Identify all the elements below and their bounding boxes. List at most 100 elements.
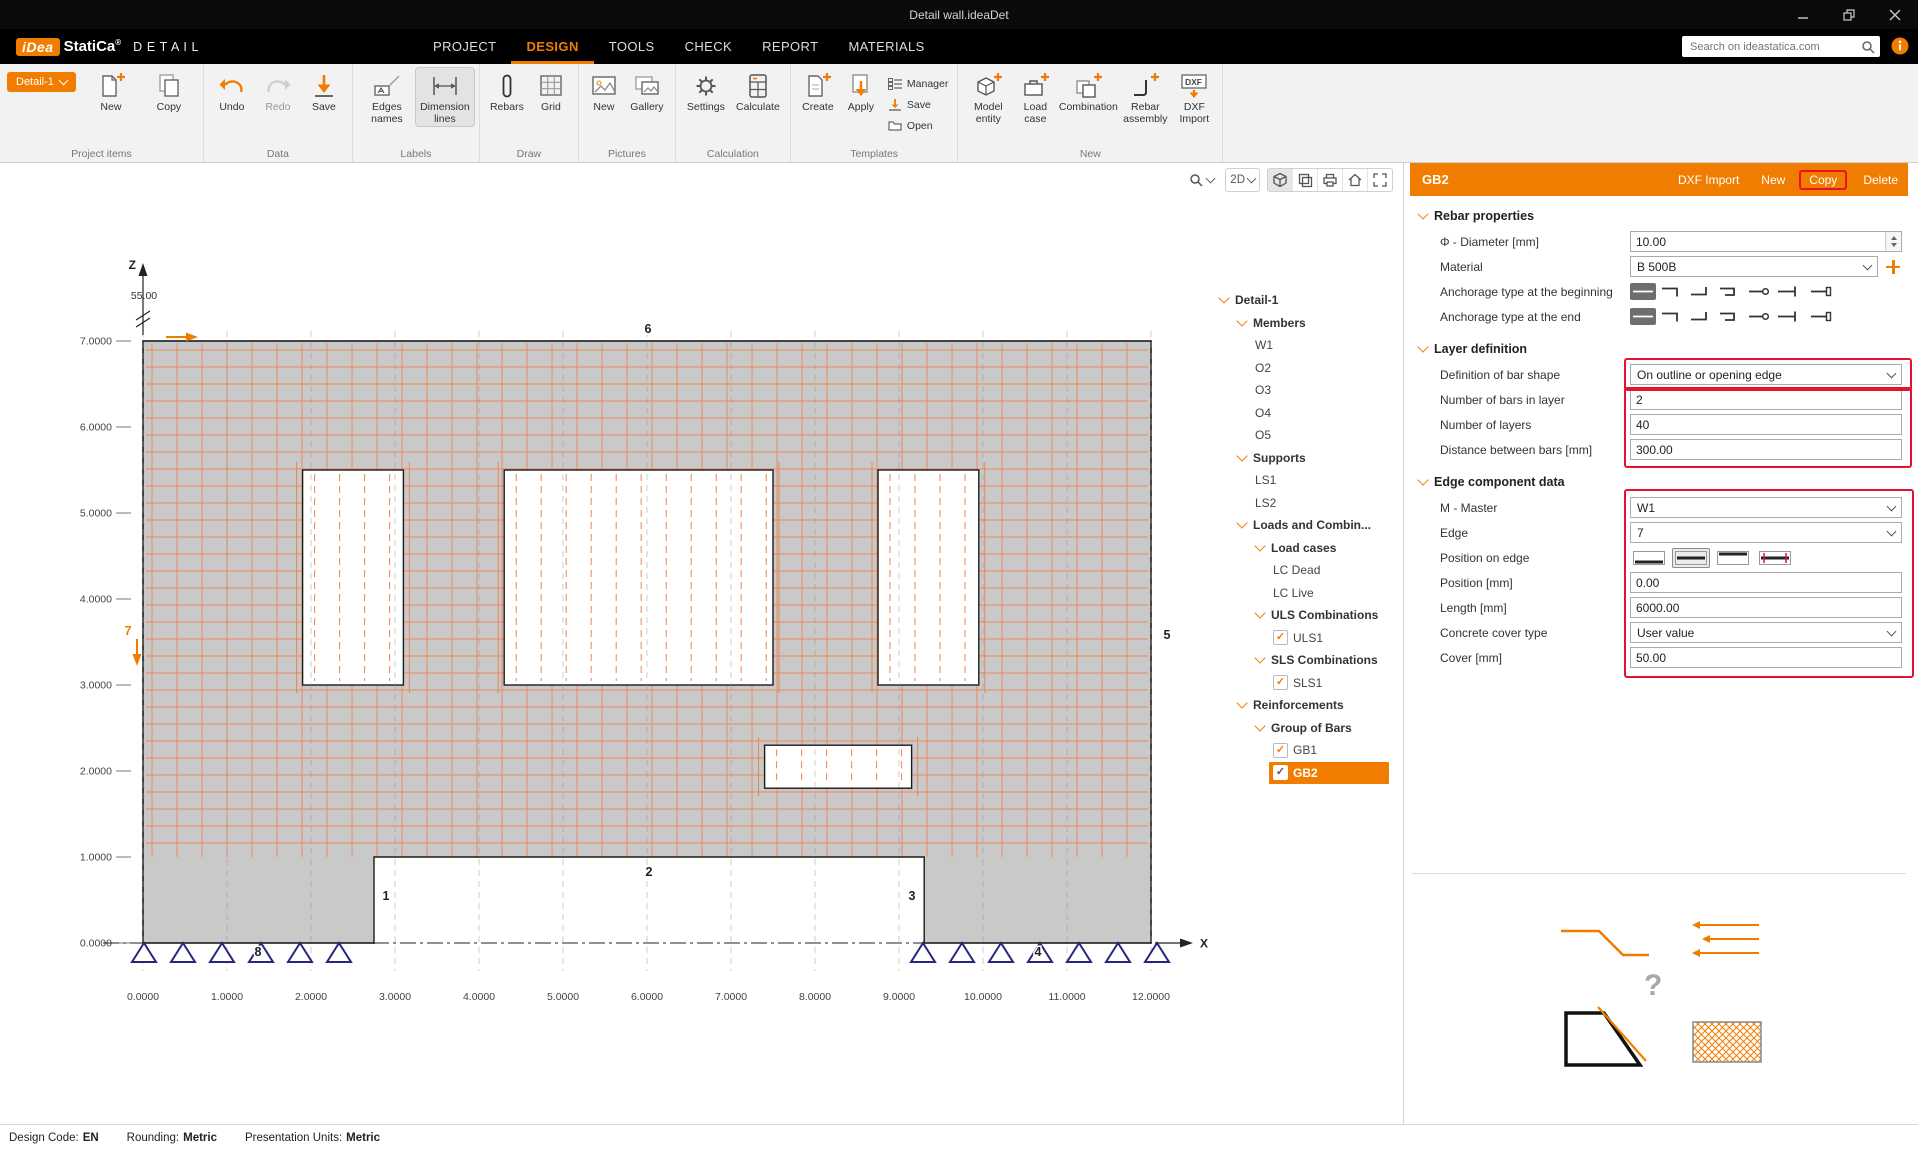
section-rebar-properties[interactable]: Rebar properties <box>1404 203 1918 229</box>
tree-item-uls1[interactable]: ✓ ULS1 <box>1213 627 1389 650</box>
section-edge-component-data[interactable]: Edge component data <box>1404 469 1918 495</box>
redo-button[interactable]: Redo <box>255 68 301 114</box>
new-picture-button[interactable]: New <box>584 68 624 114</box>
chevron-down-icon[interactable] <box>1254 720 1266 732</box>
template-open-button[interactable]: Open <box>888 117 948 134</box>
tree-item-lc-dead[interactable]: LC Dead <box>1213 559 1389 582</box>
checkbox-icon[interactable]: ✓ <box>1273 765 1288 781</box>
chevron-down-icon[interactable] <box>1236 315 1248 327</box>
print-icon[interactable] <box>1318 169 1343 191</box>
chevron-down-icon[interactable] <box>1218 292 1230 304</box>
tree-item-ls1[interactable]: LS1 <box>1213 469 1389 492</box>
combination-button[interactable]: Combination <box>1057 68 1119 114</box>
diameter-spinner[interactable] <box>1885 232 1901 251</box>
tree-item-supports[interactable]: Supports <box>1213 447 1389 470</box>
checkbox-icon[interactable]: ✓ <box>1273 630 1288 646</box>
template-save-button[interactable]: Save <box>888 96 948 113</box>
tree-item-lc-live[interactable]: LC Live <box>1213 582 1389 605</box>
length-input[interactable] <box>1630 597 1902 618</box>
project-selector[interactable]: Detail-1 <box>7 72 76 92</box>
calculate-button[interactable]: Calculate <box>731 68 785 114</box>
master-select[interactable]: W1 <box>1630 497 1902 518</box>
fit-view-icon[interactable] <box>1368 169 1392 191</box>
anchorage-hook-icon[interactable] <box>1717 308 1743 325</box>
section-layer-definition[interactable]: Layer definition <box>1404 336 1918 362</box>
tree-item-group-of-bars[interactable]: Group of Bars <box>1213 717 1389 740</box>
menu-design[interactable]: DESIGN <box>511 29 594 64</box>
minimize-button[interactable] <box>1780 0 1826 29</box>
tree-item-members[interactable]: Members <box>1213 312 1389 335</box>
create-template-button[interactable]: Create <box>796 68 840 114</box>
tree-item-ls2[interactable]: LS2 <box>1213 492 1389 515</box>
model-entity-button[interactable]: Model entity <box>963 68 1013 126</box>
anchorage-bend-down-icon[interactable] <box>1659 283 1685 300</box>
delete-button[interactable]: Delete <box>1863 173 1898 187</box>
tree-item-load-cases[interactable]: Load cases <box>1213 537 1389 560</box>
add-material-button[interactable] <box>1884 258 1902 276</box>
dxf-import-button[interactable]: DXF Import <box>1678 173 1739 187</box>
anchorage-bend-up-icon[interactable] <box>1688 283 1714 300</box>
anchorage-head-icon[interactable] <box>1808 308 1834 325</box>
tree-item-sls1[interactable]: ✓ SLS1 <box>1213 672 1389 695</box>
anchorage-head-icon[interactable] <box>1808 283 1834 300</box>
view-mode-dropdown[interactable]: 2D <box>1225 168 1260 192</box>
new-button[interactable]: New <box>1761 173 1785 187</box>
save-button[interactable]: Save <box>301 68 347 114</box>
position-top-icon[interactable] <box>1714 548 1752 568</box>
settings-button[interactable]: Settings <box>681 68 731 114</box>
tree-item-uls-combinations[interactable]: ULS Combinations <box>1213 604 1389 627</box>
tree-item-o5[interactable]: O5 <box>1213 424 1389 447</box>
anchorage-plate-icon[interactable] <box>1775 283 1801 300</box>
tree-item-sls-combinations[interactable]: SLS Combinations <box>1213 649 1389 672</box>
gallery-button[interactable]: Gallery <box>624 68 670 114</box>
menu-materials[interactable]: MATERIALS <box>833 29 939 64</box>
chevron-down-icon[interactable] <box>1236 450 1248 462</box>
search-icon[interactable] <box>1860 39 1876 55</box>
anchorage-loop-icon[interactable] <box>1746 283 1772 300</box>
cover-type-select[interactable]: User value <box>1630 622 1902 643</box>
template-manager-button[interactable]: Manager <box>887 75 948 92</box>
dimension-lines-button[interactable]: Dimension lines <box>414 67 475 127</box>
help-icon[interactable] <box>1891 37 1909 55</box>
tree-item-loads-and-combin[interactable]: Loads and Combin... <box>1213 514 1389 537</box>
anchorage-bend-down-icon[interactable] <box>1659 308 1685 325</box>
chevron-down-icon[interactable] <box>1254 607 1266 619</box>
checkbox-icon[interactable]: ✓ <box>1273 742 1288 758</box>
anchorage-straight-icon[interactable] <box>1630 283 1656 300</box>
rebars-button[interactable]: Rebars <box>485 68 529 114</box>
copy-button[interactable]: Copy <box>1799 169 1848 190</box>
bar-shape-select[interactable]: On outline or opening edge <box>1630 364 1902 385</box>
tree-item-o2[interactable]: O2 <box>1213 357 1389 380</box>
anchorage-loop-icon[interactable] <box>1746 308 1772 325</box>
axonometry-icon[interactable] <box>1268 169 1293 191</box>
menu-tools[interactable]: TOOLS <box>594 29 670 64</box>
restore-button[interactable] <box>1826 0 1872 29</box>
chevron-down-icon[interactable] <box>1254 652 1266 664</box>
diameter-input[interactable] <box>1630 231 1902 252</box>
tree-item-gb2[interactable]: ✓ GB2 <box>1269 761 1389 784</box>
layers-icon[interactable] <box>1293 169 1318 191</box>
rebar-assembly-button[interactable]: Rebar assembly <box>1119 68 1171 126</box>
menu-check[interactable]: CHECK <box>670 29 748 64</box>
home-view-icon[interactable] <box>1343 169 1368 191</box>
zoom-dropdown[interactable] <box>1184 169 1218 191</box>
anchorage-plate-icon[interactable] <box>1775 308 1801 325</box>
cover-input[interactable] <box>1630 647 1902 668</box>
tree-item-gb1[interactable]: ✓ GB1 <box>1213 739 1389 762</box>
position-custom-icon[interactable] <box>1756 548 1794 568</box>
load-case-button[interactable]: Load case <box>1013 68 1057 126</box>
edges-names-button[interactable]: Edges names <box>358 68 416 126</box>
anchorage-straight-icon[interactable] <box>1630 308 1656 325</box>
distance-between-bars-input[interactable] <box>1630 439 1902 460</box>
canvas-drawing[interactable]: 0.0000 1.0000 2.0000 3.0000 4.0000 5.0000 6.00… <box>0 163 1403 1125</box>
copy-project-item-button[interactable]: Copy <box>140 68 198 114</box>
checkbox-icon[interactable]: ✓ <box>1273 675 1288 691</box>
search-input[interactable] <box>1682 36 1880 57</box>
tree-item-w1[interactable]: W1 <box>1213 334 1389 357</box>
chevron-down-icon[interactable] <box>1236 517 1248 529</box>
tree-item-o4[interactable]: O4 <box>1213 402 1389 425</box>
close-button[interactable] <box>1872 0 1918 29</box>
grid-button[interactable]: Grid <box>529 68 573 114</box>
apply-template-button[interactable]: Apply <box>840 68 882 114</box>
tree-item-reinforcements[interactable]: Reinforcements <box>1213 694 1389 717</box>
